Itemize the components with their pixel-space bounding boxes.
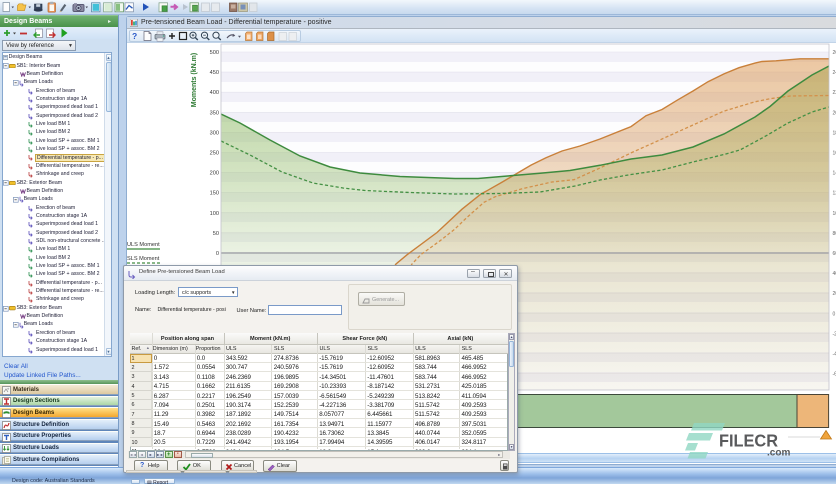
svg-text:250: 250 (210, 151, 219, 157)
svg-text:0: 0 (216, 251, 219, 257)
svg-text:60: 60 (833, 251, 836, 257)
svg-text:200: 200 (833, 110, 836, 116)
svg-text:240: 240 (833, 70, 836, 76)
svg-text:260: 260 (833, 50, 836, 56)
svg-text:ULS Moment: ULS Moment (127, 242, 160, 248)
svg-text:?: ? (132, 31, 137, 41)
svg-text:450: 450 (210, 70, 219, 76)
svg-text:150: 150 (210, 191, 219, 197)
svg-text:.com: .com (767, 448, 790, 459)
svg-text:40: 40 (833, 271, 836, 277)
svg-text:20: 20 (833, 291, 836, 297)
svg-text:-40: -40 (833, 352, 836, 358)
svg-text:350: 350 (210, 110, 219, 116)
svg-text:120: 120 (833, 191, 836, 197)
svg-text:140: 140 (833, 171, 836, 177)
svg-text:SLS Moment: SLS Moment (127, 256, 160, 262)
svg-text:50: 50 (213, 231, 219, 237)
svg-text:-60: -60 (833, 372, 836, 378)
svg-text:160: 160 (833, 151, 836, 157)
svg-text:-20: -20 (833, 331, 836, 337)
svg-text:Moments (kN.m): Moments (kN.m) (191, 53, 198, 107)
svg-text:300: 300 (210, 130, 219, 136)
svg-text:500: 500 (210, 50, 219, 56)
svg-text:400: 400 (210, 90, 219, 96)
svg-text:200: 200 (210, 171, 219, 177)
svg-text:100: 100 (210, 211, 219, 217)
svg-text:100: 100 (833, 211, 836, 217)
svg-text:220: 220 (833, 90, 836, 96)
svg-text:0: 0 (833, 311, 836, 317)
svg-text:180: 180 (833, 130, 836, 136)
svg-text:80: 80 (833, 231, 836, 237)
